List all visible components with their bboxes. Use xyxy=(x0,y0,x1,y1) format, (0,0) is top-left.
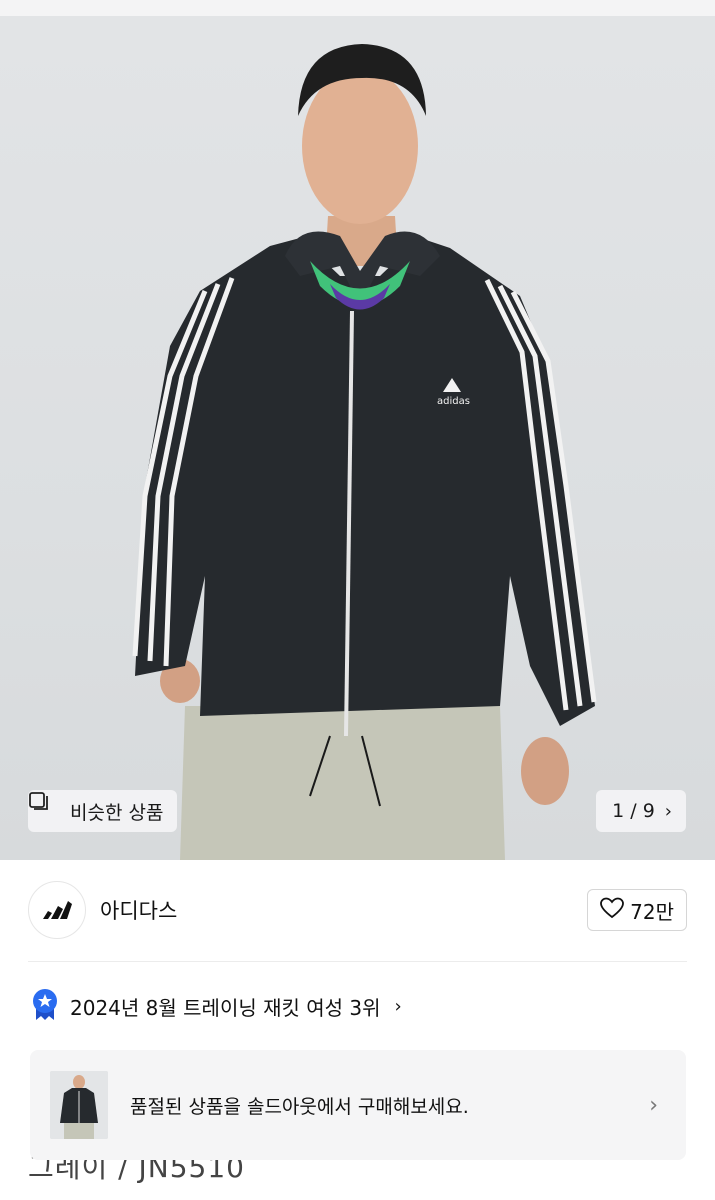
product-thumbnail xyxy=(50,1071,108,1139)
divider xyxy=(28,961,687,962)
ranking-badge-icon xyxy=(30,987,60,1026)
chevron-right-icon: › xyxy=(394,995,402,1017)
pager-separator: / xyxy=(630,800,637,822)
pager-total: 9 xyxy=(642,800,655,822)
ranking-link[interactable]: 2024년 8월 트레이닝 재킷 여성 3위 › xyxy=(30,988,402,1024)
product-photo: adidas xyxy=(132,44,597,860)
soldout-banner[interactable]: 품절된 상품을 솔드아웃에서 구매해보세요. › xyxy=(30,1050,686,1160)
svg-text:adidas: adidas xyxy=(437,396,470,407)
like-count: 72만 xyxy=(630,899,674,924)
brand-name[interactable]: 아디다스 xyxy=(100,895,177,925)
image-pager[interactable]: 1 / 9 › xyxy=(596,790,686,832)
heart-icon xyxy=(600,897,625,924)
like-button[interactable]: 72만 xyxy=(587,889,687,931)
brand-row: 아디다스 72만 xyxy=(28,880,687,940)
chevron-right-icon: › xyxy=(649,1092,658,1118)
ranking-text: 2024년 8월 트레이닝 재킷 여성 3위 xyxy=(70,995,381,1020)
pager-text: 1 / 9 xyxy=(612,800,655,822)
adidas-logo-icon[interactable] xyxy=(28,881,86,939)
chevron-right-icon: › xyxy=(664,800,672,822)
similar-items-icon xyxy=(29,792,62,822)
soldout-text: 품절된 상품을 솔드아웃에서 구매해보세요. xyxy=(130,1095,469,1118)
similar-items-label: 비슷한 상품 xyxy=(70,801,164,824)
status-strip xyxy=(0,0,715,16)
pager-current: 1 xyxy=(612,800,625,822)
product-image-carousel[interactable]: adidas 비슷한 상품 1 / 9 › xyxy=(0,16,715,860)
similar-items-button[interactable]: 비슷한 상품 xyxy=(28,790,178,832)
